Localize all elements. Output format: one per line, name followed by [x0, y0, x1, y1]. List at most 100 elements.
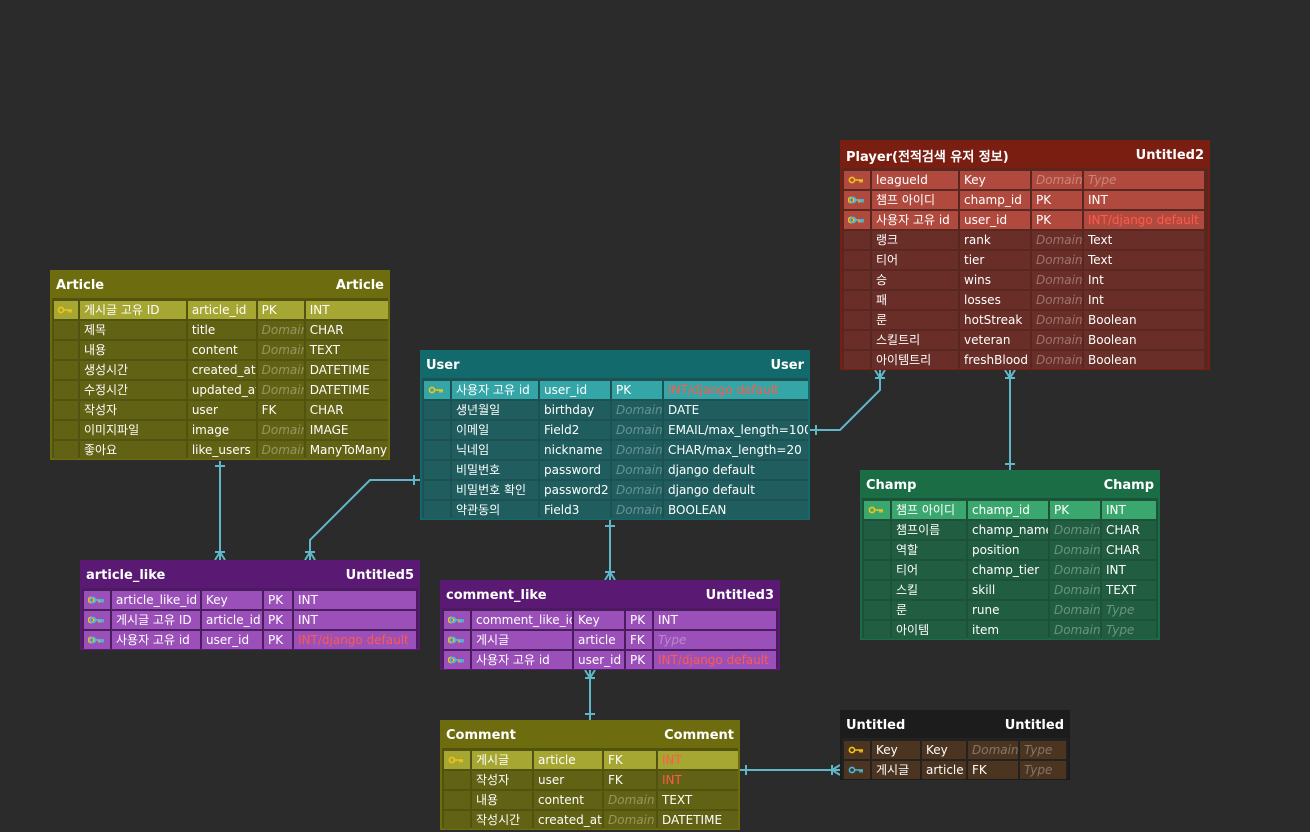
domain-cell[interactable]: Domain	[1032, 251, 1082, 269]
domain-cell[interactable]: Domain	[1032, 311, 1082, 329]
type-cell[interactable]: Type	[1102, 621, 1156, 639]
type-cell[interactable]: INT	[658, 751, 738, 769]
table-row[interactable]: 티어 tier Domain Text	[842, 250, 1208, 270]
domain-cell[interactable]: Domain	[1050, 541, 1100, 559]
logical-name-cell[interactable]: 수정시간	[79, 381, 186, 399]
type-cell[interactable]: Type	[1020, 741, 1066, 759]
type-cell[interactable]: INT	[1102, 561, 1156, 579]
domain-cell[interactable]: Domain	[1050, 581, 1100, 599]
domain-cell[interactable]: Domain	[1050, 601, 1100, 619]
table-row[interactable]: comment_like_id Key PK INT	[442, 610, 778, 630]
table-row[interactable]: 티어 champ_tier Domain INT	[862, 560, 1158, 580]
logical-name-cell[interactable]: 아이템	[892, 621, 966, 639]
type-cell[interactable]: Type	[654, 631, 776, 649]
type-cell[interactable]: Boolean	[1084, 331, 1204, 349]
logical-name-cell[interactable]: 룬	[872, 311, 958, 329]
table-row[interactable]: 게시글 고유 ID article_id PK INT	[82, 610, 418, 630]
type-cell[interactable]: TEXT	[305, 341, 388, 359]
table-row[interactable]: 비밀번호 password Domain django default	[422, 460, 808, 480]
physical-name-cell[interactable]: freshBlood	[960, 351, 1030, 369]
logical-name-cell[interactable]: 사용자 고유 id	[112, 631, 200, 649]
table-row[interactable]: 승 wins Domain Int	[842, 270, 1208, 290]
untitled-table[interactable]: Untitled Untitled Key Key Domain Type 게시글 art…	[840, 710, 1070, 780]
domain-cell[interactable]: Domain	[612, 481, 662, 499]
domain-cell[interactable]: Domain	[612, 501, 662, 519]
type-cell[interactable]: DATE	[664, 401, 808, 419]
table-row[interactable]: 사용자 고유 id user_id PK INT/django default	[842, 210, 1208, 230]
table-row[interactable]: 패 losses Domain Int	[842, 290, 1208, 310]
logical-name-cell[interactable]: 스킬	[892, 581, 966, 599]
logical-name-cell[interactable]: 생성시간	[79, 361, 186, 379]
logical-name-cell[interactable]: 티어	[892, 561, 966, 579]
type-cell[interactable]: EMAIL/max_length=100	[664, 421, 808, 439]
table-row[interactable]: 생성시간 created_at Domain DATETIME	[52, 360, 388, 380]
table-row[interactable]: 사용자 고유 id user_id PK INT/django default	[422, 380, 808, 400]
type-cell[interactable]: INT	[658, 771, 738, 789]
domain-cell[interactable]: Domain	[612, 401, 662, 419]
type-cell[interactable]: BOOLEAN	[664, 501, 808, 519]
logical-name-cell[interactable]: 닉네임	[452, 441, 538, 459]
table-row[interactable]: 닉네임 nickname Domain CHAR/max_length=20	[422, 440, 808, 460]
physical-name-cell[interactable]: article_id	[187, 301, 256, 319]
type-cell[interactable]: Text	[1084, 231, 1204, 249]
domain-cell[interactable]: Domain	[612, 421, 662, 439]
table-row[interactable]: 제목 title Domain CHAR	[52, 320, 388, 340]
physical-name-cell[interactable]: user_id	[202, 631, 262, 649]
physical-name-cell[interactable]: champ_id	[960, 191, 1030, 209]
domain-cell[interactable]: FK	[257, 401, 304, 419]
physical-name-cell[interactable]: Key	[574, 611, 624, 629]
physical-name-cell[interactable]: created_at	[534, 811, 602, 829]
domain-cell[interactable]: PK	[257, 301, 304, 319]
domain-cell[interactable]: Domain	[612, 441, 662, 459]
physical-name-cell[interactable]: Key	[922, 741, 966, 759]
type-cell[interactable]: TEXT	[658, 791, 738, 809]
logical-name-cell[interactable]: 사용자 고유 id	[472, 651, 572, 669]
type-cell[interactable]: INT/django default	[654, 651, 776, 669]
domain-cell[interactable]: PK	[264, 611, 292, 629]
table-row[interactable]: 좋아요 like_users Domain ManyToMany	[52, 440, 388, 460]
domain-cell[interactable]: Domain	[257, 321, 304, 339]
physical-name-cell[interactable]: password	[540, 461, 610, 479]
player-table[interactable]: Player(전적검색 유저 정보) Untitled2 leagueId Key…	[840, 140, 1210, 370]
type-cell[interactable]: TEXT	[1102, 581, 1156, 599]
article-like-table[interactable]: article_like Untitled5 article_like_id Ke…	[80, 560, 420, 650]
domain-cell[interactable]: PK	[1050, 501, 1100, 519]
type-cell[interactable]: INT	[654, 611, 776, 629]
type-cell[interactable]: CHAR	[1102, 541, 1156, 559]
table-row[interactable]: 작성시간 created_at Domain DATETIME	[442, 810, 738, 830]
logical-name-cell[interactable]: 게시글 고유 ID	[112, 611, 200, 629]
table-row[interactable]: 내용 content Domain TEXT	[52, 340, 388, 360]
domain-cell[interactable]: Domain	[1032, 171, 1082, 189]
type-cell[interactable]: Type	[1020, 761, 1066, 779]
logical-name-cell[interactable]: 좋아요	[79, 441, 186, 459]
table-row[interactable]: 스킬트리 veteran Domain Boolean	[842, 330, 1208, 350]
physical-name-cell[interactable]: champ_tier	[968, 561, 1048, 579]
physical-name-cell[interactable]: article	[922, 761, 966, 779]
logical-name-cell[interactable]: 이미지파일	[79, 421, 186, 439]
physical-name-cell[interactable]: tier	[960, 251, 1030, 269]
physical-name-cell[interactable]: skill	[968, 581, 1048, 599]
logical-name-cell[interactable]: 비밀번호 확인	[452, 481, 538, 499]
comment-like-table[interactable]: comment_like Untitled3 comment_like_id Ke…	[440, 580, 780, 670]
article-like-table-header[interactable]: article_like Untitled5	[82, 562, 418, 588]
type-cell[interactable]: Int	[1084, 291, 1204, 309]
logical-name-cell[interactable]: 내용	[79, 341, 186, 359]
domain-cell[interactable]: Domain	[612, 461, 662, 479]
type-cell[interactable]: DATETIME	[658, 811, 738, 829]
table-row[interactable]: 아이템트리 freshBlood Domain Boolean	[842, 350, 1208, 370]
table-row[interactable]: Key Key Domain Type	[842, 740, 1068, 760]
type-cell[interactable]: INT/django default	[664, 381, 808, 399]
type-cell[interactable]: INT	[1084, 191, 1204, 209]
logical-name-cell[interactable]: 생년월일	[452, 401, 538, 419]
domain-cell[interactable]: Domain	[1050, 521, 1100, 539]
physical-name-cell[interactable]: Field3	[540, 501, 610, 519]
table-row[interactable]: 비밀번호 확인 password2 Domain django default	[422, 480, 808, 500]
table-row[interactable]: 챔프 아이디 champ_id PK INT	[862, 500, 1158, 520]
logical-name-cell[interactable]: 챔프이름	[892, 521, 966, 539]
domain-cell[interactable]: Domain	[1032, 331, 1082, 349]
logical-name-cell[interactable]: 제목	[79, 321, 186, 339]
logical-name-cell[interactable]: 작성자	[472, 771, 532, 789]
comment-table[interactable]: Comment Comment 게시글 article FK INT 작성자 user FK…	[440, 720, 740, 830]
table-row[interactable]: 내용 content Domain TEXT	[442, 790, 738, 810]
comment-table-header[interactable]: Comment Comment	[442, 722, 738, 748]
